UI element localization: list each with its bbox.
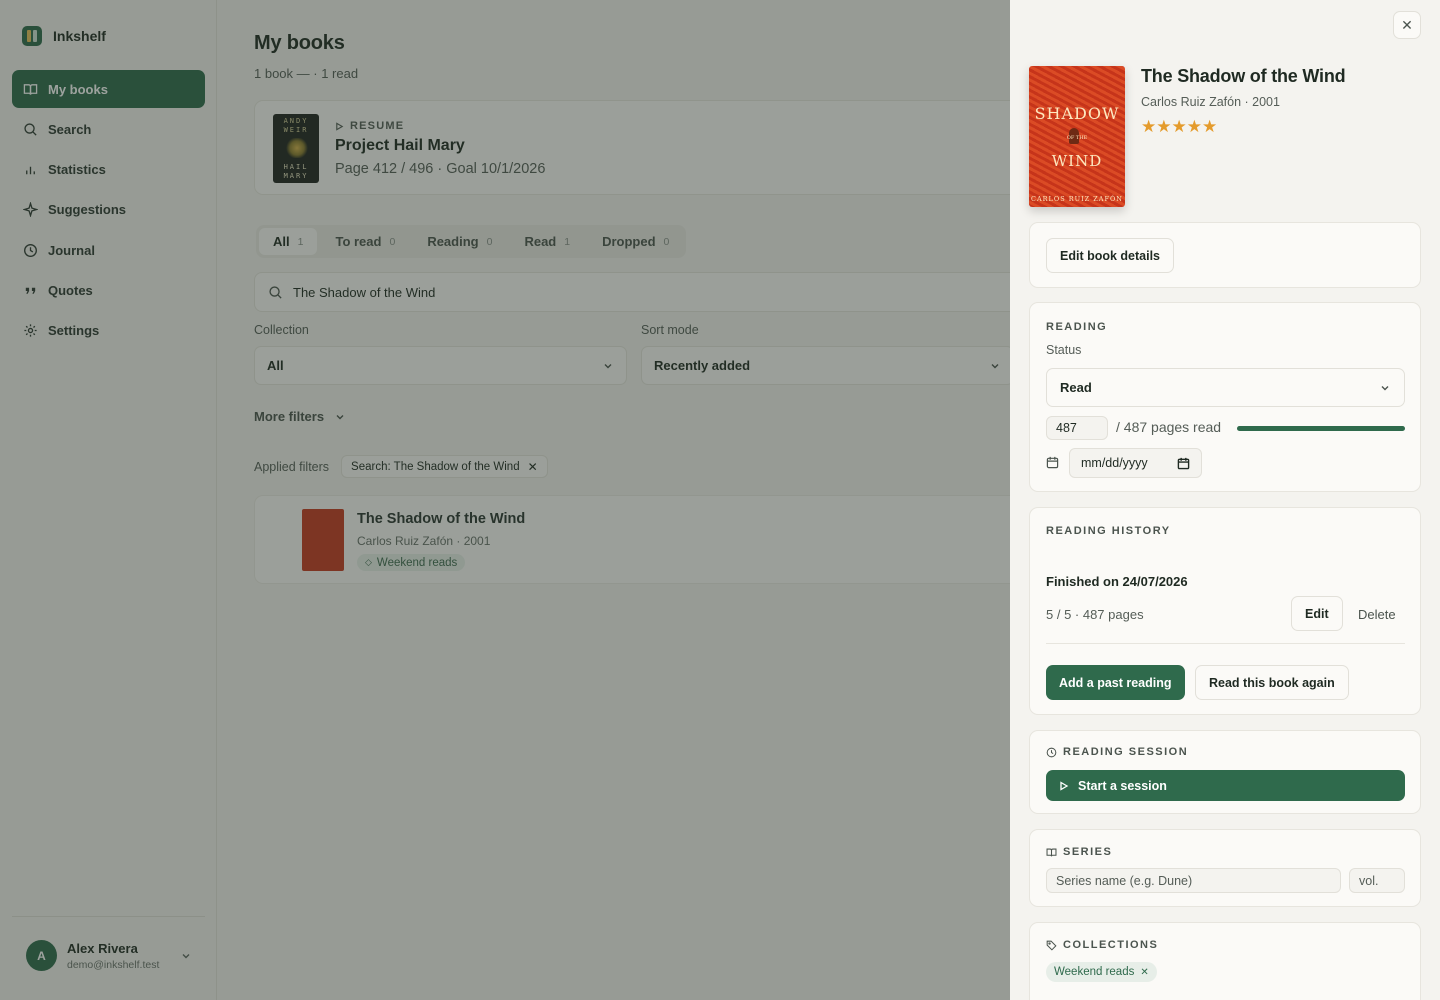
start-session-button[interactable]: Start a session	[1046, 770, 1405, 801]
section-title: COLLECTIONS	[1046, 939, 1158, 951]
section-title-text: COLLECTIONS	[1063, 939, 1159, 951]
book-meta: Carlos Ruiz Zafón · 2001	[1141, 95, 1280, 109]
calendar-icon	[1046, 456, 1059, 469]
finished-date: Finished on 24/07/2026	[1046, 574, 1188, 589]
finish-date-input[interactable]: mm/dd/yyyy	[1069, 448, 1202, 478]
reading-progress-bar	[1237, 426, 1405, 431]
close-icon: ✕	[1401, 16, 1413, 33]
star-rating[interactable]: ★★★★★	[1141, 117, 1217, 137]
edit-book-details-button[interactable]: Edit book details	[1046, 238, 1175, 273]
modal-backdrop[interactable]	[0, 0, 1010, 1000]
close-button[interactable]: ✕	[1393, 11, 1421, 39]
book-open-icon	[1046, 848, 1057, 856]
reading-card: READING Status Read 487 / 487 pages read…	[1029, 302, 1421, 492]
date-placeholder: mm/dd/yyyy	[1081, 456, 1148, 470]
divider	[1046, 643, 1405, 644]
book-detail-panel: ✕ SHADOW OF THE WIND CARLOS RUIZ ZAFÓN T…	[1010, 0, 1440, 1000]
add-past-reading-button[interactable]: Add a past reading	[1046, 665, 1185, 700]
edit-details-card: Edit book details	[1029, 222, 1421, 288]
close-icon[interactable]: ✕	[1140, 967, 1148, 978]
edit-reading-button[interactable]: Edit	[1291, 596, 1343, 631]
start-session-label: Start a session	[1078, 778, 1167, 793]
collections-card: COLLECTIONS Weekend reads ✕	[1029, 922, 1421, 1000]
collection-tag-label: Weekend reads	[1054, 966, 1135, 978]
progress-fill	[1237, 426, 1405, 431]
status-label: Status	[1046, 343, 1082, 357]
reading-detail: 5 / 5 · 487 pages	[1046, 607, 1144, 622]
play-icon	[1060, 780, 1069, 791]
series-volume-input[interactable]: vol.	[1349, 868, 1405, 893]
collection-tag[interactable]: Weekend reads ✕	[1046, 962, 1157, 982]
read-again-button[interactable]: Read this book again	[1195, 665, 1349, 700]
cover-author-text: CARLOS RUIZ ZAFÓN	[1031, 195, 1123, 203]
status-value: Read	[1060, 380, 1092, 395]
section-title-text: SERIES	[1063, 846, 1113, 858]
section-title: READING	[1046, 321, 1108, 333]
section-title: READING SESSION	[1046, 746, 1188, 758]
cover-title-text: SHADOW	[1034, 104, 1120, 123]
book-cover: SHADOW OF THE WIND CARLOS RUIZ ZAFÓN	[1029, 66, 1125, 207]
status-select[interactable]: Read	[1046, 368, 1405, 407]
calendar-icon[interactable]	[1177, 457, 1190, 470]
section-title-text: READING SESSION	[1063, 746, 1189, 758]
series-card: SERIES Series name (e.g. Dune) vol.	[1029, 829, 1421, 907]
tag-icon	[1046, 940, 1057, 951]
clock-icon	[1046, 747, 1057, 757]
section-title: READING HISTORY	[1046, 525, 1171, 537]
delete-reading-button[interactable]: Delete	[1358, 607, 1396, 622]
pages-total: / 487 pages read	[1116, 419, 1222, 435]
pages-read-input[interactable]: 487	[1046, 416, 1108, 440]
reading-history-card: READING HISTORY Finished on 24/07/2026 5…	[1029, 507, 1421, 715]
book-title: The Shadow of the Wind	[1141, 66, 1346, 86]
cover-title-text: WIND	[1051, 152, 1103, 170]
chevron-down-icon	[1381, 385, 1389, 390]
reading-session-card: READING SESSION Start a session	[1029, 730, 1421, 814]
cover-subtitle-text: OF THE	[1066, 135, 1088, 141]
series-name-input[interactable]: Series name (e.g. Dune)	[1046, 868, 1341, 893]
section-title: SERIES	[1046, 846, 1112, 858]
